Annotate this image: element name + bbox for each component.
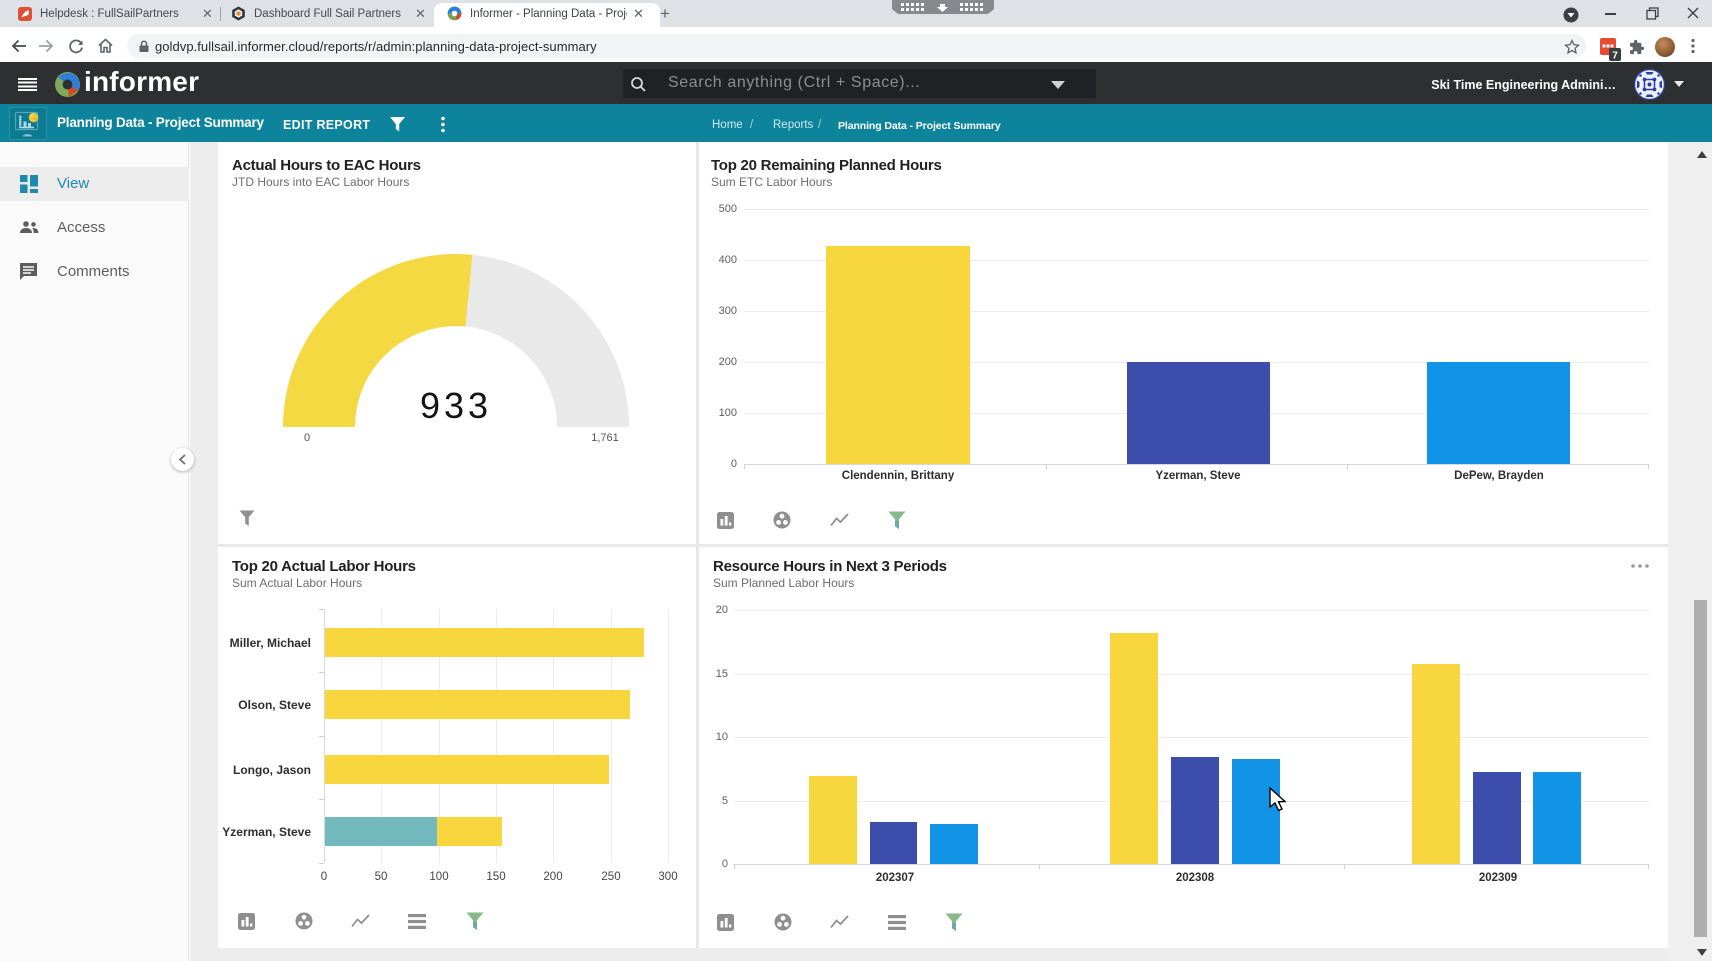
- svg-text:7: 7: [1612, 51, 1618, 62]
